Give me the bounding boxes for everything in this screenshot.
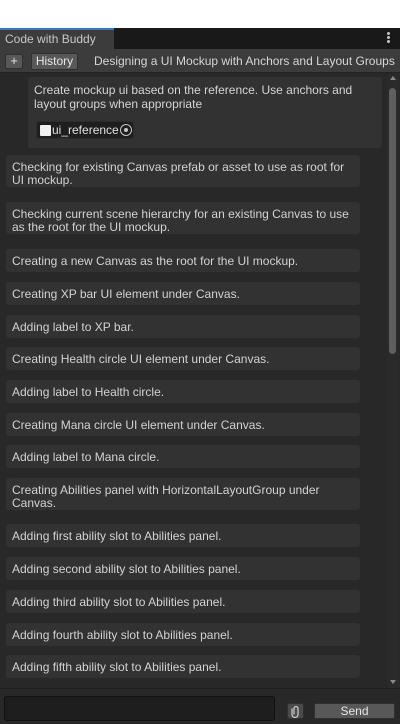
step-item: Adding label to XP bar.: [6, 315, 360, 338]
step-item: Adding first ability slot to Abilities p…: [6, 524, 360, 547]
more-options-icon[interactable]: [387, 32, 390, 44]
step-item: Adding label to Health circle.: [6, 380, 360, 403]
step-item: Creating Health circle UI element under …: [6, 347, 360, 370]
attach-button[interactable]: [287, 703, 304, 719]
image-asset-icon: [40, 125, 51, 136]
step-item: Adding fourth ability slot to Abilities …: [6, 623, 360, 646]
tab-code-with-buddy[interactable]: Code with Buddy: [0, 28, 114, 49]
scrollbar-thumb[interactable]: [389, 88, 396, 354]
step-item: Adding third ability slot to Abilities p…: [6, 590, 360, 613]
attachment-label: ui_reference: [52, 123, 119, 137]
vertical-scrollbar[interactable]: [387, 74, 399, 688]
chat-footer: Send: [0, 688, 400, 724]
step-item: Creating a new Canvas as the root for th…: [6, 249, 360, 272]
step-item: Creating XP bar UI element under Canvas.: [6, 282, 360, 305]
conversation-scroll-area[interactable]: Create mockup ui based on the reference.…: [0, 74, 400, 688]
step-item: Adding second ability slot to Abilities …: [6, 557, 360, 580]
step-item: Adding label to Mana circle.: [6, 445, 360, 468]
chat-input[interactable]: [4, 696, 275, 721]
tab-bar: Code with Buddy: [0, 28, 400, 49]
history-button[interactable]: History: [31, 53, 78, 70]
assistant-window: Code with Buddy + History Designing a UI…: [0, 28, 400, 724]
user-message: Create mockup ui based on the reference.…: [28, 77, 382, 148]
step-item: Checking current scene hierarchy for an …: [6, 202, 360, 234]
step-item: Creating Mana circle UI element under Ca…: [6, 413, 360, 436]
conversation-toolbar: + History Designing a UI Mockup with Anc…: [0, 49, 400, 73]
user-message-text: Create mockup ui based on the reference.…: [34, 83, 353, 111]
send-button[interactable]: Send: [314, 703, 395, 719]
attachment-chip[interactable]: ui_reference: [36, 121, 134, 139]
paperclip-icon: [291, 705, 299, 718]
step-item: Creating Abilities panel with Horizontal…: [6, 478, 360, 510]
object-picker-icon[interactable]: [120, 124, 132, 136]
step-item: Adding fifth ability slot to Abilities p…: [6, 655, 360, 678]
step-item: Checking for existing Canvas prefab or a…: [6, 155, 360, 187]
scroll-down-arrow-icon[interactable]: [390, 680, 396, 684]
scroll-up-arrow-icon[interactable]: [390, 76, 396, 80]
new-conversation-button[interactable]: +: [5, 54, 23, 69]
conversation-title: Designing a UI Mockup with Anchors and L…: [94, 54, 395, 68]
